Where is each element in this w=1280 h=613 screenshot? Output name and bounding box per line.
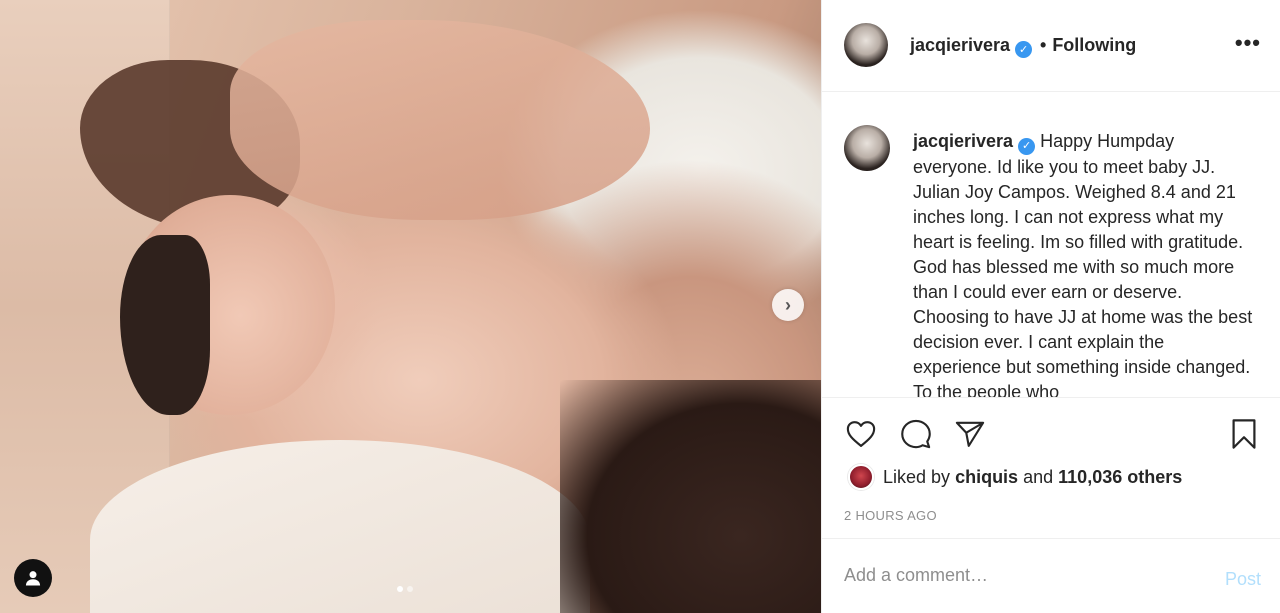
liked-by-user[interactable]: chiquis — [955, 467, 1018, 488]
post-timestamp[interactable]: 2 HOURS AGO — [844, 508, 937, 523]
comment-button[interactable] — [899, 417, 933, 451]
photo-parent-hand — [230, 20, 650, 220]
post-caption: jacqierivera ✓ Happy Humpday everyone. Id… — [913, 129, 1253, 397]
photo-mother-hair — [560, 380, 821, 613]
carousel-dot — [407, 586, 413, 592]
verified-badge-icon: ✓ — [1018, 138, 1036, 155]
likes-prefix: Liked by — [883, 466, 951, 487]
post-photo[interactable]: › — [0, 0, 821, 613]
paper-plane-icon — [955, 421, 985, 447]
follow-status[interactable]: • Following — [1040, 35, 1136, 56]
comment-composer: Post — [822, 538, 1280, 613]
comment-input[interactable] — [844, 565, 1164, 586]
carousel-dot — [397, 586, 403, 592]
separator-dot: • — [1040, 35, 1047, 55]
likes-count[interactable]: 110,036 others — [1058, 467, 1182, 488]
bookmark-icon — [1232, 419, 1256, 449]
heart-icon — [846, 421, 876, 447]
caption-username[interactable]: jacqierivera — [913, 131, 1013, 151]
caption-section: jacqierivera ✓ Happy Humpday everyone. Id… — [822, 92, 1280, 397]
avatar[interactable] — [848, 464, 874, 490]
post-comment-button[interactable]: Post — [1225, 569, 1261, 590]
more-options-icon[interactable]: ••• — [1235, 30, 1261, 56]
post-actions: Liked by chiquis and 110,036 others 2 HO… — [822, 397, 1280, 538]
likes-summary: Liked by chiquis and 110,036 others — [848, 464, 1182, 490]
verified-badge-icon: ✓ — [1015, 41, 1033, 58]
post-side-panel: jacqierivera ✓ • Following ••• jacqieriver… — [821, 0, 1280, 613]
follow-status-label[interactable]: Following — [1052, 35, 1136, 55]
avatar[interactable] — [844, 125, 890, 171]
comment-icon — [901, 419, 931, 449]
username-text[interactable]: jacqierivera — [910, 35, 1010, 55]
avatar[interactable] — [844, 23, 888, 67]
post-author[interactable]: jacqierivera ✓ — [910, 35, 1033, 58]
carousel-next-button[interactable]: › — [772, 289, 804, 321]
share-button[interactable] — [953, 417, 987, 451]
post-header: jacqierivera ✓ • Following ••• — [822, 0, 1280, 92]
user-tag-icon — [25, 571, 41, 586]
chevron-right-icon: › — [785, 294, 791, 315]
likes-and: and — [1023, 466, 1054, 487]
like-button[interactable] — [844, 417, 878, 451]
carousel-indicator — [397, 586, 413, 592]
caption-text: Happy Humpday everyone. Id like you to m… — [913, 131, 1253, 397]
save-button[interactable] — [1227, 417, 1261, 451]
tagged-users-button[interactable] — [14, 559, 52, 597]
